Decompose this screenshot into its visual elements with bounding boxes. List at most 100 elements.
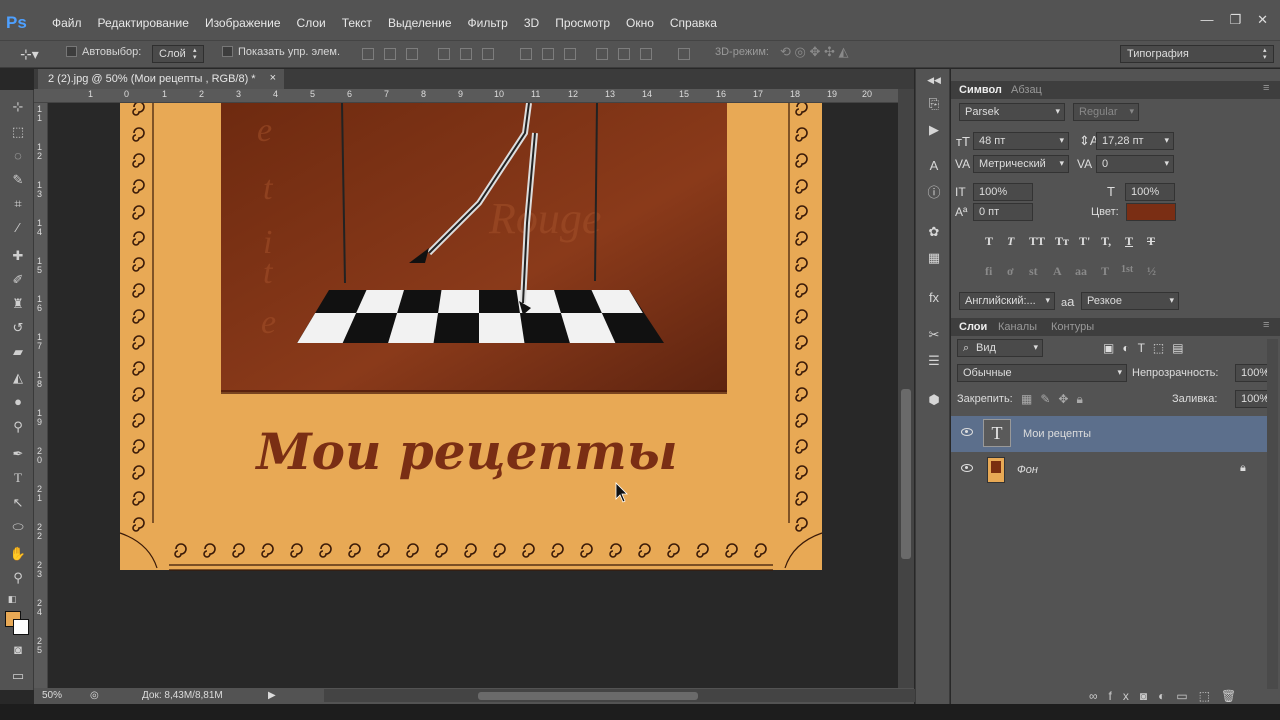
collapse-panels-icon[interactable]: ◀◀ [925,71,943,89]
adjustments-icon[interactable]: ☰ [925,352,943,370]
paint-bucket-icon[interactable]: ◭ [9,369,27,387]
distribute-top-icon[interactable] [520,48,532,60]
marquee-tool-icon[interactable]: ⬚ [9,123,27,141]
subscript-button[interactable]: T, [1101,234,1111,249]
auto-select-checkbox[interactable]: Автовыбор: [66,46,141,58]
menu-edit[interactable]: Редактирование [90,16,197,30]
stamp-tool-icon[interactable]: ♜ [9,295,27,313]
distribute-hcenter-icon[interactable] [618,48,630,60]
lasso-tool-icon[interactable]: ◌ [9,147,27,165]
align-right-icon[interactable] [482,48,494,60]
character-panel-icon[interactable]: A [925,157,943,175]
layer-row-text[interactable]: T Мои рецепты [951,416,1267,452]
blend-mode-select[interactable]: Обычные [957,364,1127,382]
align-top-icon[interactable] [362,48,374,60]
layer-actions-icons[interactable]: ∞fx◙◐▭⬚🗑︎ [1089,689,1247,703]
align-left-icon[interactable] [438,48,450,60]
zoom-level[interactable]: 50% [42,690,62,701]
eye-icon[interactable] [961,464,973,472]
align-vcenter-icon[interactable] [384,48,396,60]
distribute-vcenter-icon[interactable] [542,48,554,60]
panel-menu-icon[interactable]: ≡ [1263,82,1269,94]
crop-tool-icon[interactable]: ⌗ [9,195,27,213]
faux-italic-button[interactable]: T [1007,234,1014,249]
brush-presets-icon[interactable]: ✿ [925,223,943,241]
distribute-bottom-icon[interactable] [564,48,576,60]
menu-layers[interactable]: Слои [289,16,334,30]
move-tool-icon[interactable]: ⊹ [9,98,27,116]
distribute-right-icon[interactable] [640,48,652,60]
all-caps-button[interactable]: TT [1029,234,1045,249]
hand-tool-icon[interactable]: ✋ [9,545,27,563]
quick-mask-icon[interactable]: ◙ [9,641,27,659]
lock-icons[interactable]: ▦✎✥🔒︎ [1021,392,1091,407]
tool-presets-icon[interactable]: ✂ [925,326,943,344]
eraser-tool-icon[interactable]: ▰ [9,343,27,361]
zoom-tool-icon[interactable]: ⚲ [9,569,27,587]
styles-panel-icon[interactable]: fx [925,289,943,307]
kerning-field[interactable]: Метрический [973,155,1069,173]
tab-character[interactable]: Символ [959,84,1002,96]
auto-align-icon[interactable] [678,48,690,60]
font-style-select[interactable]: Regular [1073,103,1139,121]
tab-paths[interactable]: Контуры [1051,321,1094,333]
underline-button[interactable]: T [1125,234,1133,249]
workspace-dropdown[interactable]: Типография [1120,45,1274,63]
strikethrough-button[interactable]: T [1147,234,1155,249]
layer-filter-select[interactable]: ⌕ Вид [957,339,1043,357]
layers-panel-menu-icon[interactable]: ≡ [1263,319,1269,331]
distribute-left-icon[interactable] [596,48,608,60]
swash-button[interactable]: A [1053,264,1062,279]
swatches-icon[interactable]: ▦ [925,249,943,267]
leading-field[interactable]: 17,28 пт [1096,132,1174,150]
brush-tool-icon[interactable]: ✐ [9,271,27,289]
menu-window[interactable]: Окно [618,16,662,30]
background-color-swatch[interactable] [13,619,29,635]
screen-mode-icon[interactable]: ▭ [9,667,27,685]
type-tool-icon[interactable]: T [9,469,27,487]
layer-filter-icons[interactable]: ▣◐T⬚▤ [1103,341,1192,355]
horizontal-scale-field[interactable]: 100% [1125,183,1175,201]
fractions-button[interactable]: ½ [1147,264,1156,279]
history-panel-icon[interactable]: ⎘ [925,95,943,113]
faux-bold-button[interactable]: T [985,234,993,249]
discretionary-ligatures-button[interactable]: st [1029,264,1038,279]
3d-tools-icon[interactable]: ⟲ ◎ ✥ ✣ ◭ [780,44,848,60]
show-transform-checkbox[interactable]: Показать упр. элем. [222,46,340,58]
layer-row-background[interactable]: Фон 🔒︎ [951,452,1267,488]
horizontal-scrollbar[interactable] [324,689,924,702]
healing-brush-icon[interactable]: ✚ [9,247,27,265]
info-panel-icon[interactable]: ⓘ [925,184,943,202]
ellipse-tool-icon[interactable]: ⬭ [9,518,27,536]
text-color-swatch[interactable] [1126,203,1176,221]
close-tab-icon[interactable]: × [270,72,276,84]
menu-image[interactable]: Изображение [197,16,289,30]
history-brush-icon[interactable]: ↺ [9,319,27,337]
layer-name[interactable]: Фон [1017,464,1038,476]
layer-name[interactable]: Мои рецепты [1023,428,1091,440]
default-colors-icon[interactable]: ◧ ⇄ [3,590,21,622]
tracking-field[interactable]: 0 [1096,155,1174,173]
eyedropper-tool-icon[interactable]: ⁄ [9,219,27,237]
auto-select-dropdown[interactable]: Слой [152,45,204,63]
document-tab[interactable]: 2 (2).jpg @ 50% (Мои рецепты , RGB/8) * … [38,69,284,89]
tab-paragraph[interactable]: Абзац [1011,84,1042,96]
vertical-scale-field[interactable]: 100% [973,183,1033,201]
3d-panel-icon[interactable]: ⬢ [925,391,943,409]
status-menu-arrow-icon[interactable]: ▶ [268,690,276,701]
menu-help[interactable]: Справка [662,16,725,30]
pen-tool-icon[interactable]: ✒ [9,445,27,463]
language-select[interactable]: Английский:... [959,292,1055,310]
align-bottom-icon[interactable] [406,48,418,60]
superscript-button[interactable]: T' [1079,234,1090,249]
ligatures-button[interactable]: fi [985,264,992,279]
vertical-scroll-thumb[interactable] [901,389,911,559]
quick-select-tool-icon[interactable]: ✎ [9,171,27,189]
status-icon[interactable]: ◎ [90,690,99,701]
dodge-tool-icon[interactable]: ⚲ [9,418,27,436]
menu-3d[interactable]: 3D [516,16,547,30]
actions-panel-icon[interactable]: ▶ [925,121,943,139]
align-hcenter-icon[interactable] [460,48,472,60]
document-canvas[interactable]: e t i t e Rouge Мои рецепты [49,103,898,688]
menu-type[interactable]: Текст [334,16,380,30]
